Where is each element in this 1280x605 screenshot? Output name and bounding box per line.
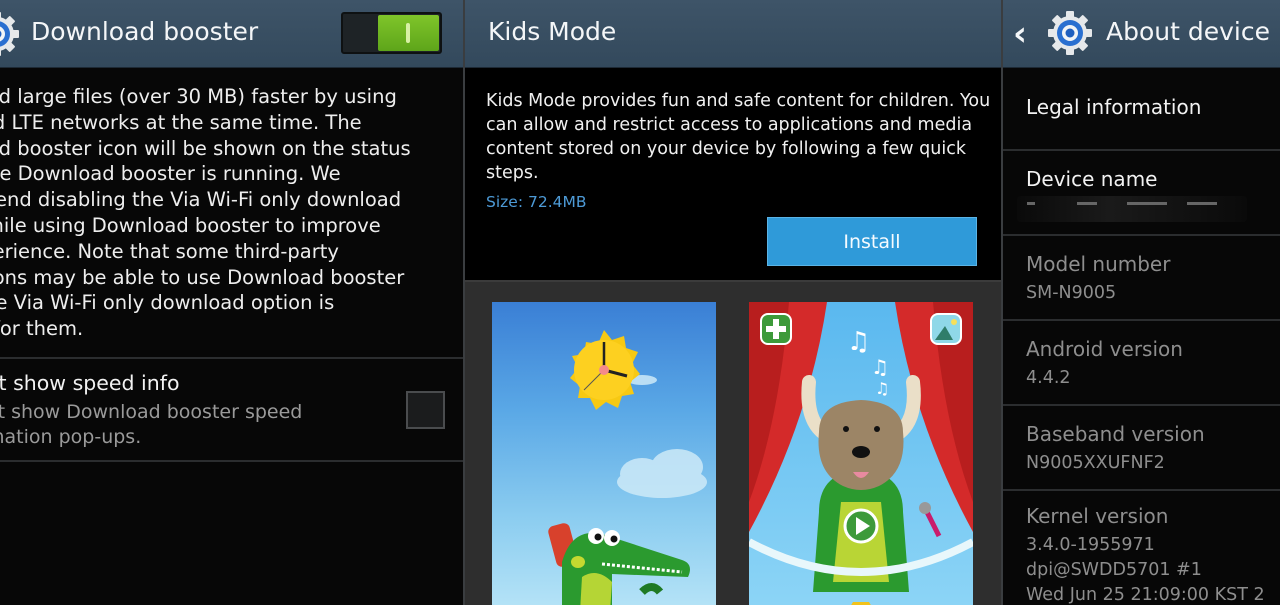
item-value: 4.4.2 — [1026, 368, 1071, 388]
music-notes-icon: ♫ ♫ ♫ — [847, 327, 889, 398]
play-button-icon[interactable] — [843, 508, 879, 544]
moose-icon — [801, 375, 921, 592]
action-bar: Download booster — [0, 0, 463, 68]
svg-text:♫: ♫ — [875, 379, 889, 398]
svg-text:♫: ♫ — [847, 327, 870, 357]
item-value: N9005XXUFNF2 — [1026, 453, 1165, 473]
action-bar: ‹ About device — [1003, 0, 1280, 68]
item-value: 3.4.0-1955971 dpi@SWDD5701 #1 Wed Jun 25… — [1026, 535, 1265, 605]
divider — [1003, 404, 1280, 406]
svg-text:♫: ♫ — [871, 355, 889, 379]
divider — [0, 460, 463, 462]
plus-icon[interactable] — [760, 313, 792, 345]
page-title: Download booster — [31, 17, 259, 46]
app-size: Size: 72.4MB — [486, 193, 587, 211]
screenshot-1[interactable] — [492, 302, 716, 605]
download-booster-panel: Download booster nload large files (over… — [0, 0, 463, 605]
page-title: About device — [1106, 17, 1270, 46]
settings-gear-icon — [0, 12, 19, 56]
download-booster-description: nload large files (over 30 MB) faster by… — [0, 85, 411, 341]
divider — [1003, 319, 1280, 321]
screenshot-gallery: ♫ ♫ ♫ — [465, 280, 1001, 605]
item-value: SM-N9005 — [1026, 283, 1117, 303]
page-title: Kids Mode — [488, 17, 617, 46]
sun-clock-icon — [570, 330, 640, 410]
microphone-icon — [919, 502, 942, 538]
about-device-panel: ‹ About device Legal information Device … — [1003, 0, 1280, 605]
download-booster-toggle[interactable] — [341, 12, 442, 54]
install-button[interactable]: Install — [767, 217, 977, 266]
item-label: Baseband version — [1026, 422, 1205, 446]
toggle-thumb[interactable] — [378, 15, 439, 51]
speed-info-summary: ot show Download booster speed mation po… — [0, 401, 303, 448]
crocodile-icon — [548, 523, 690, 605]
redacted-device-name — [1017, 196, 1247, 222]
divider — [0, 357, 463, 359]
speed-info-title: ot show speed info — [0, 371, 180, 395]
kids-mode-panel: Kids Mode Kids Mode provides fun and saf… — [465, 0, 1001, 605]
action-bar: Kids Mode — [465, 0, 1001, 68]
divider — [1003, 489, 1280, 491]
item-label: Android version — [1026, 337, 1183, 361]
item-label: Legal information — [1026, 95, 1202, 119]
item-label: Model number — [1026, 252, 1171, 276]
back-chevron-icon[interactable]: ‹ — [1013, 14, 1027, 54]
speed-info-checkbox[interactable] — [406, 391, 445, 429]
divider — [1003, 149, 1280, 151]
gallery-icon[interactable] — [930, 313, 962, 345]
screenshot-2[interactable]: ♫ ♫ ♫ — [749, 302, 973, 605]
item-label: Device name — [1026, 167, 1158, 191]
kids-mode-description: Kids Mode provides fun and safe content … — [486, 91, 991, 183]
divider — [1003, 234, 1280, 236]
item-label: Kernel version — [1026, 504, 1169, 528]
settings-gear-icon[interactable] — [1047, 10, 1093, 56]
